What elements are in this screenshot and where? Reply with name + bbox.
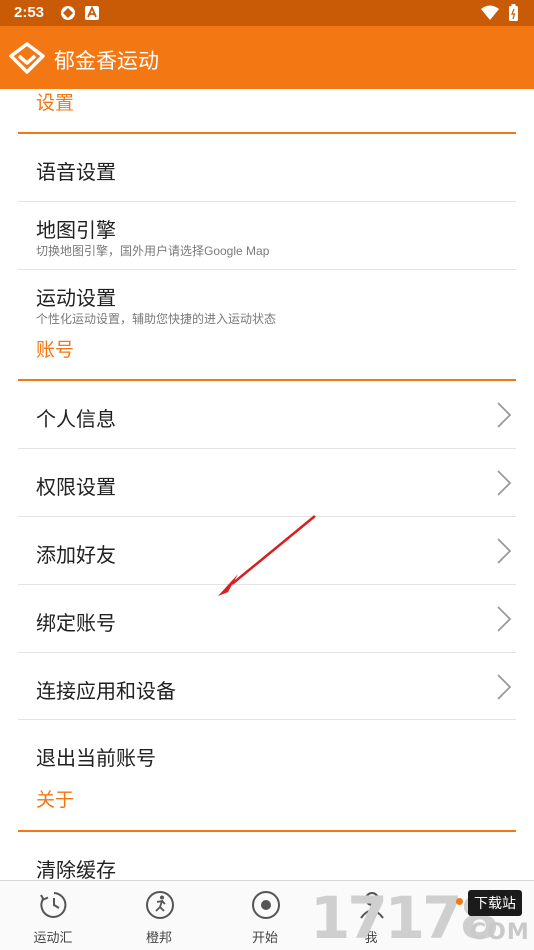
app-icon bbox=[61, 6, 75, 20]
map-engine-label: 地图引擎 bbox=[36, 220, 116, 242]
add-friend-label: 添加好友 bbox=[36, 545, 116, 567]
sport-settings-label: 运动设置 bbox=[36, 288, 116, 310]
connect-apps-label: 连接应用和设备 bbox=[36, 681, 176, 703]
category-about: 关于 bbox=[36, 790, 75, 811]
logout-item[interactable]: 退出当前账号 bbox=[0, 720, 534, 778]
nav-tab-label: 开始 bbox=[251, 930, 278, 945]
chevron-right-icon bbox=[497, 402, 512, 428]
watermark-domain: COM bbox=[470, 920, 530, 945]
voice-settings-item[interactable]: 语音设置 bbox=[0, 134, 534, 201]
connect-apps-item[interactable]: 连接应用和设备 bbox=[0, 653, 534, 720]
nav-tab-label: 橙邦 bbox=[145, 930, 172, 945]
personal-info-label: 个人信息 bbox=[36, 409, 116, 431]
logout-label: 退出当前账号 bbox=[36, 748, 156, 770]
add-friend-item[interactable]: 添加好友 bbox=[0, 517, 534, 584]
voice-settings-label: 语音设置 bbox=[36, 162, 116, 184]
record-icon bbox=[252, 891, 280, 919]
clear-cache-item[interactable]: 清除缓存 bbox=[0, 832, 534, 880]
app-bar: 郁金香运动 bbox=[0, 26, 534, 89]
personal-info-item[interactable]: 个人信息 bbox=[0, 381, 534, 448]
nav-tab-label: 运动汇 bbox=[33, 930, 73, 945]
sport-settings-item[interactable]: 运动设置 个性化运动设置，辅助您快捷的进入运动状态 bbox=[0, 270, 534, 330]
clear-cache-label: 清除缓存 bbox=[36, 860, 116, 880]
app-title: 郁金香运动 bbox=[54, 50, 159, 73]
nav-tab-chengbang[interactable]: 橙邦 bbox=[106, 881, 212, 950]
status-bar: 2:53 bbox=[0, 0, 534, 26]
nav-tab-sport-hub[interactable]: 运动汇 bbox=[0, 881, 106, 950]
sport-settings-subtitle: 个性化运动设置，辅助您快捷的进入运动状态 bbox=[36, 312, 277, 326]
status-time: 2:53 bbox=[14, 4, 45, 21]
chevron-right-icon bbox=[497, 470, 512, 496]
map-engine-item[interactable]: 地图引擎 切换地图引擎，国外用户请选择Google Map bbox=[0, 202, 534, 269]
chevron-right-icon bbox=[497, 606, 512, 632]
a-icon bbox=[85, 5, 99, 20]
watermark: 17178 下载站 COM bbox=[306, 884, 534, 950]
watermark-badge: 下载站 bbox=[468, 890, 522, 916]
bind-account-label: 绑定账号 bbox=[36, 613, 116, 635]
permissions-label: 权限设置 bbox=[36, 477, 116, 499]
chevron-right-icon bbox=[497, 674, 512, 700]
history-icon bbox=[40, 892, 67, 918]
nav-tab-start[interactable]: 开始 bbox=[212, 881, 318, 950]
category-account: 账号 bbox=[36, 340, 75, 361]
map-engine-subtitle: 切换地图引擎，国外用户请选择Google Map bbox=[36, 244, 270, 258]
bind-account-item[interactable]: 绑定账号 bbox=[0, 585, 534, 652]
chevron-right-icon bbox=[497, 538, 512, 564]
runner-icon bbox=[146, 891, 174, 919]
permissions-item[interactable]: 权限设置 bbox=[0, 449, 534, 516]
wifi-battery-icon bbox=[481, 4, 518, 21]
settings-list: 设置 语音设置 地图引擎 切换地图引擎，国外用户请选择Google Map 运动… bbox=[0, 89, 534, 880]
category-settings: 设置 bbox=[36, 93, 75, 114]
app-logo-icon bbox=[9, 42, 45, 74]
watermark-dot bbox=[456, 898, 463, 905]
